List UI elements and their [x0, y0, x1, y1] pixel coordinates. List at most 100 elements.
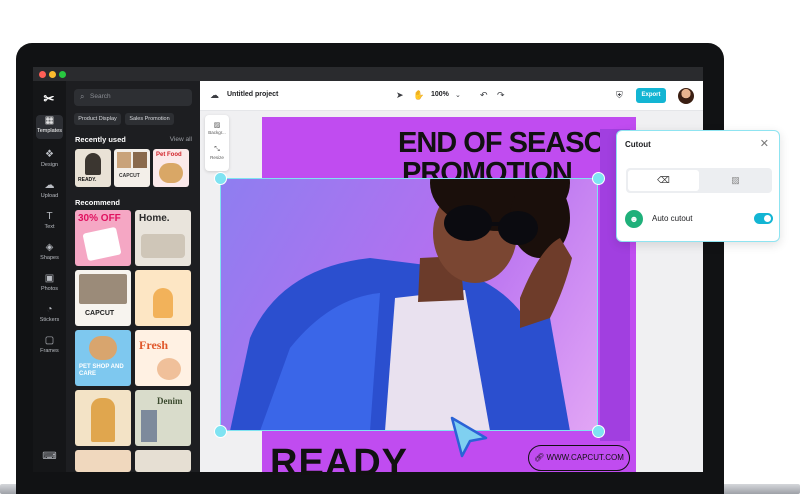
image-mode-button[interactable]: ▨	[701, 170, 770, 191]
sidebar-item-frames[interactable]: ▢ Frames	[33, 335, 66, 354]
sidebar-item-photos[interactable]: ▣ Photos	[33, 273, 66, 292]
keyboard-shortcuts-button[interactable]: ⌨	[33, 451, 66, 463]
stickers-icon: ◔	[46, 304, 53, 315]
sidebar-item-label: Frames	[40, 348, 59, 354]
template-thumb[interactable]: Pet Food	[153, 149, 189, 187]
resize-handle-top-right[interactable]	[592, 172, 605, 185]
thumb-text: CAPCUT	[119, 173, 140, 179]
template-thumb[interactable]: 30% OFF	[75, 210, 131, 266]
sidebar-item-label: Text	[44, 224, 55, 230]
close-window-icon[interactable]	[39, 71, 46, 78]
template-thumb[interactable]: PET SHOP AND CARE	[75, 330, 131, 386]
minimize-window-icon[interactable]	[49, 71, 56, 78]
zoom-level[interactable]: 100%	[431, 91, 449, 98]
hand-pan-icon[interactable]: ✋	[413, 90, 424, 101]
thumb-text: Home.	[139, 213, 170, 224]
eraser-mode-button[interactable]: ⌫	[628, 170, 699, 191]
template-thumb[interactable]	[135, 450, 191, 472]
template-thumb[interactable]: READY.	[75, 149, 111, 187]
design-icon: ❖	[45, 149, 54, 160]
top-toolbar: ☁ Untitled project ➤ ✋ 100% ⌄ ↶ ↷ ⛨ Expo…	[200, 81, 703, 111]
undo-icon[interactable]: ↶	[480, 90, 488, 101]
sidebar-item-label: Photos	[40, 286, 59, 292]
chip-sales-promotion[interactable]: Sales Promotion	[125, 113, 174, 125]
design-ready-text[interactable]: READY	[270, 442, 408, 485]
image-pattern-icon: ▨	[731, 175, 740, 185]
sidebar-item-label: Upload	[40, 193, 59, 199]
selection-box[interactable]	[220, 178, 598, 431]
eraser-icon: ⌫	[657, 175, 670, 185]
auto-cutout-icon: ☻	[625, 210, 643, 228]
window-titlebar	[33, 67, 703, 81]
photos-icon: ▣	[44, 273, 55, 284]
recommend-heading: Recommend	[75, 198, 121, 207]
thumb-text: Pet Food	[156, 152, 182, 158]
redo-icon[interactable]: ↷	[497, 90, 505, 101]
thumb-text: CAPCUT	[85, 310, 115, 317]
thumb-text: PET SHOP AND CARE	[79, 364, 124, 377]
templates-panel: ⌕ Search Product Display Sales Promotion…	[66, 81, 200, 472]
template-thumb[interactable]	[75, 450, 131, 472]
sidebar-item-design[interactable]: ❖ Design	[33, 149, 66, 168]
design-headline[interactable]: END OF SEASON	[398, 127, 626, 160]
cutout-mode-toggle: ⌫ ▨	[626, 168, 772, 193]
resize-icon: ⤡	[214, 146, 220, 153]
sidebar-item-text[interactable]: T Text	[33, 211, 66, 230]
link-icon: 🔗︎	[534, 453, 547, 462]
close-icon[interactable]: ✕	[760, 137, 769, 150]
thumb-text: READY.	[78, 177, 97, 183]
capcut-logo-icon[interactable]: ✂	[41, 91, 57, 107]
template-thumb[interactable]: CAPCUT	[114, 149, 150, 187]
chevron-down-icon[interactable]: ⌄	[455, 91, 461, 99]
resize-tool[interactable]: ⤡ Resize	[205, 146, 229, 160]
sidebar-item-shapes[interactable]: ◈ Shapes	[33, 242, 66, 261]
frames-icon: ▢	[44, 335, 55, 346]
cutout-panel: Cutout ✕ ⌫ ▨ ☻ Auto cutout	[616, 130, 780, 242]
resize-handle-top-left[interactable]	[214, 172, 227, 185]
search-icon: ⌕	[80, 92, 85, 101]
resize-handle-bottom-left[interactable]	[214, 425, 227, 438]
background-tool[interactable]: ▨ Backgr...	[205, 121, 229, 135]
select-pointer-icon[interactable]: ➤	[396, 90, 404, 101]
thumb-text: Denim	[157, 396, 183, 406]
project-title[interactable]: Untitled project	[227, 91, 278, 98]
cutout-title: Cutout	[625, 140, 651, 149]
thumb-text: 30% OFF	[78, 213, 121, 224]
maximize-window-icon[interactable]	[59, 71, 66, 78]
sidebar-item-label: Templates	[36, 128, 63, 134]
recently-used-heading: Recently used	[75, 135, 126, 144]
sidebar-item-templates[interactable]: ▦ Templates	[36, 115, 63, 139]
cursor-arrow-icon	[450, 416, 488, 458]
upload-icon: ☁	[44, 180, 55, 191]
thumb-text: Fresh	[139, 338, 169, 352]
sidebar-item-upload[interactable]: ☁ Upload	[33, 180, 66, 199]
left-rail: ✂ ▦ Templates ❖ Design ☁ Upload T Text ◈…	[33, 81, 66, 472]
template-thumb[interactable]: CAPCUT	[75, 270, 131, 326]
sidebar-item-label: Stickers	[39, 317, 60, 323]
background-icon: ▨	[213, 122, 221, 129]
shapes-icon: ◈	[45, 242, 54, 253]
auto-cutout-label: Auto cutout	[652, 214, 693, 223]
templates-icon: ▦	[44, 115, 55, 126]
template-thumb[interactable]: Denim	[135, 390, 191, 446]
view-all-link[interactable]: View all	[170, 136, 192, 143]
template-thumb[interactable]	[75, 390, 131, 446]
avatar[interactable]	[678, 88, 694, 104]
template-thumb[interactable]	[135, 270, 191, 326]
template-thumb[interactable]: Fresh	[135, 330, 191, 386]
search-placeholder: Search	[90, 93, 111, 100]
canvas-side-tools: ▨ Backgr... ⤡ Resize	[205, 115, 229, 171]
auto-cutout-toggle[interactable]	[754, 213, 773, 224]
resize-handle-bottom-right[interactable]	[592, 425, 605, 438]
background-tool-label: Backgr...	[208, 130, 226, 135]
search-input[interactable]: ⌕ Search	[74, 89, 192, 106]
sidebar-item-label: Shapes	[40, 255, 59, 261]
cloud-save-icon[interactable]: ☁	[210, 90, 219, 101]
export-button[interactable]: Export	[636, 88, 666, 103]
chip-product-display[interactable]: Product Display	[74, 113, 121, 125]
text-icon: T	[46, 211, 53, 222]
sidebar-item-stickers[interactable]: ◔ Stickers	[33, 304, 66, 323]
design-url-pill[interactable]: 🔗︎ WWW.CAPCUT.COM	[528, 445, 630, 471]
template-thumb[interactable]: Home.	[135, 210, 191, 266]
shield-icon[interactable]: ⛨	[616, 90, 623, 101]
